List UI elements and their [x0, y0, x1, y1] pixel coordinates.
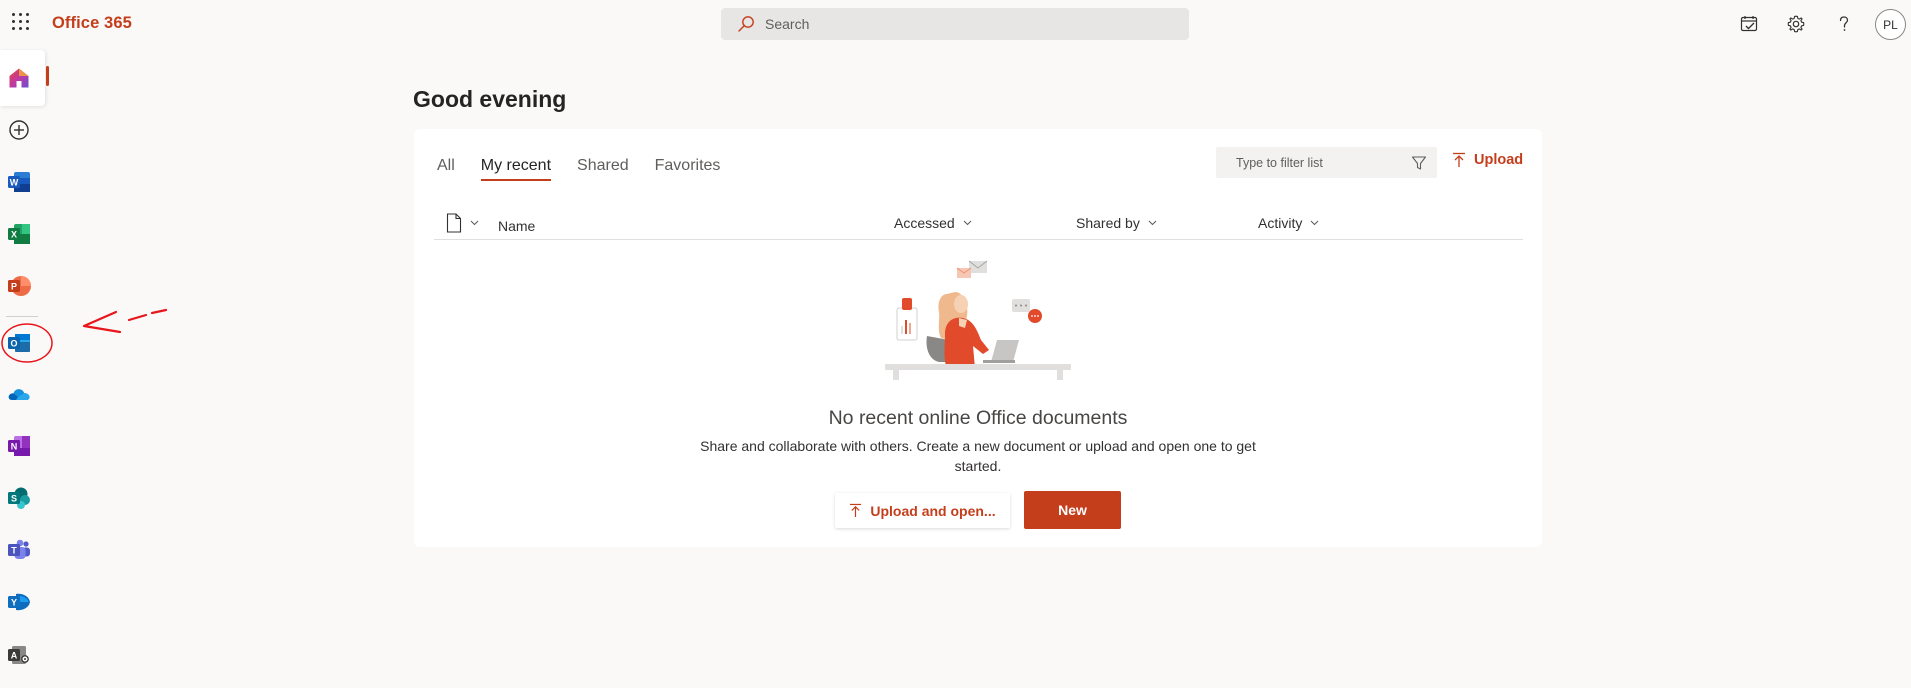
red-annotation-mark	[1, 308, 168, 363]
column-name-label: Name	[498, 218, 536, 234]
settings-gear-icon[interactable]	[1784, 12, 1808, 36]
svg-text:X: X	[11, 230, 17, 240]
document-icon	[446, 213, 462, 233]
powerpoint-icon[interactable]: P	[4, 271, 34, 301]
excel-icon[interactable]: X	[4, 219, 34, 249]
svg-text:T: T	[11, 546, 17, 556]
column-shared-by-label: Shared by	[1076, 215, 1140, 231]
admin-icon[interactable]: A	[4, 640, 34, 670]
upload-and-open-button[interactable]: Upload and open...	[835, 493, 1010, 528]
column-name[interactable]: Name	[498, 218, 535, 234]
search-icon	[738, 16, 754, 32]
upload-and-open-label: Upload and open...	[870, 502, 996, 519]
new-document-button[interactable]: New	[1024, 491, 1121, 529]
recent-files-card: All My recent Shared Favorites Type to f…	[414, 129, 1542, 547]
help-question-icon[interactable]	[1832, 12, 1856, 36]
onenote-icon[interactable]: N	[4, 431, 34, 461]
chevron-down-icon	[963, 220, 972, 226]
file-tabs: All My recent Shared Favorites	[437, 157, 746, 181]
chevron-down-icon	[1310, 220, 1319, 226]
svg-text:Y: Y	[11, 598, 17, 608]
upload-button[interactable]: Upload	[1452, 152, 1523, 168]
upload-arrow-icon	[1453, 152, 1465, 167]
file-type-column[interactable]	[446, 213, 479, 233]
top-bar: Office 365 Search PL	[0, 0, 1911, 48]
upload-arrow-icon	[850, 503, 862, 517]
tab-favorites[interactable]: Favorites	[655, 157, 721, 181]
column-activity-label: Activity	[1258, 215, 1303, 231]
app-launcher-icon[interactable]	[9, 11, 31, 33]
filter-funnel-icon[interactable]	[1411, 155, 1427, 171]
my-day-icon[interactable]	[1737, 12, 1761, 36]
svg-text:W: W	[10, 178, 19, 188]
tab-shared[interactable]: Shared	[577, 157, 629, 181]
column-accessed[interactable]: Accessed	[894, 215, 972, 231]
avatar[interactable]: PL	[1875, 9, 1906, 40]
rail-selected-indicator	[46, 66, 49, 86]
filter-input[interactable]: Type to filter list	[1216, 147, 1437, 178]
search-box[interactable]: Search	[721, 8, 1189, 40]
sharepoint-icon[interactable]: S	[4, 483, 34, 513]
file-list-header: Name Accessed Shared by Activity	[434, 206, 1523, 240]
tab-all[interactable]: All	[437, 157, 455, 181]
upload-label: Upload	[1474, 152, 1524, 168]
create-plus-icon[interactable]	[4, 115, 34, 145]
home-icon[interactable]	[4, 63, 34, 93]
chevron-down-icon	[1148, 220, 1157, 226]
column-accessed-label: Accessed	[894, 215, 955, 231]
search-placeholder: Search	[765, 16, 810, 32]
column-shared-by[interactable]: Shared by	[1076, 215, 1157, 231]
empty-state-title: No recent online Office documents	[828, 407, 1128, 429]
svg-text:P: P	[11, 282, 17, 292]
chevron-down-icon	[470, 220, 479, 226]
tab-my-recent[interactable]: My recent	[480, 157, 552, 181]
empty-state-description: Share and collaborate with others. Creat…	[700, 438, 1256, 474]
brand-title[interactable]: Office 365	[52, 14, 132, 33]
yammer-icon[interactable]: Y	[4, 587, 34, 617]
filter-placeholder: Type to filter list	[1236, 155, 1323, 170]
svg-text:S: S	[11, 494, 17, 504]
word-icon[interactable]: W	[4, 167, 34, 197]
empty-state-illustration	[885, 260, 1071, 380]
svg-text:N: N	[11, 442, 18, 452]
svg-text:A: A	[11, 651, 18, 661]
page-greeting: Good evening	[413, 86, 567, 112]
onedrive-icon[interactable]	[4, 379, 34, 409]
column-activity[interactable]: Activity	[1258, 215, 1319, 231]
teams-icon[interactable]: T	[4, 535, 34, 565]
